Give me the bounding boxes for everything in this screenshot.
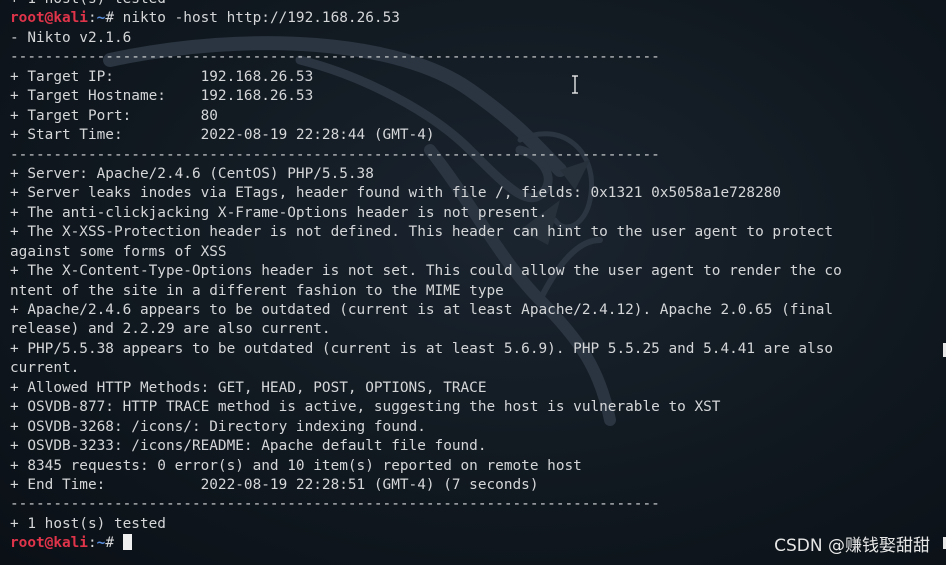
- output-line: against some forms of XSS: [10, 243, 227, 260]
- prompt-separator: :: [87, 10, 97, 27]
- output-line: + The X-Content-Type-Options header is n…: [10, 263, 842, 280]
- output-line: + PHP/5.5.38 appears to be outdated (cur…: [10, 340, 834, 357]
- output-line: + Start Time: 2022-08-19 22:28:44 (GMT-4…: [10, 127, 435, 144]
- block-cursor: [122, 534, 132, 551]
- command-text: nikto -host http://192.168.26.53: [122, 10, 400, 27]
- output-line: + Target IP: 192.168.26.53: [10, 68, 314, 85]
- output-line: + 8345 requests: 0 error(s) and 10 item(…: [10, 457, 582, 474]
- output-line: + End Time: 2022-08-19 22:28:51 (GMT-4) …: [10, 476, 539, 493]
- output-line: release) and 2.2.29 are also current.: [10, 321, 331, 338]
- output-line: + OSVDB-3233: /icons/README: Apache defa…: [10, 438, 487, 455]
- separator-line: ----------------------------------------…: [10, 496, 660, 513]
- separator-line: ----------------------------------------…: [10, 49, 660, 66]
- terminal-window[interactable]: + 1 host(s) tested root@kali:~# nikto -h…: [0, 0, 946, 565]
- output-line: + Apache/2.4.6 appears to be outdated (c…: [10, 302, 834, 318]
- output-line: + Target Port: 80: [10, 107, 218, 124]
- output-line: + Server leaks inodes via ETags, header …: [10, 185, 782, 202]
- output-line: + The X-XSS-Protection header is not def…: [10, 224, 834, 241]
- output-line: + Allowed HTTP Methods: GET, HEAD, POST,…: [10, 379, 487, 396]
- output-line: + Target Hostname: 192.168.26.53: [10, 88, 314, 105]
- prompt-symbol: #: [105, 10, 123, 27]
- cropped-top-line: + 1 host(s) tested: [10, 0, 946, 9]
- prompt-separator: :: [87, 535, 97, 552]
- output-line: current.: [10, 360, 80, 377]
- output-line: + OSVDB-877: HTTP TRACE method is active…: [10, 399, 721, 416]
- text-cursor-ibeam-icon: [572, 75, 578, 94]
- output-line: + The anti-clickjacking X-Frame-Options …: [10, 204, 548, 221]
- terminal-output: + 1 host(s) tested root@kali:~# nikto -h…: [10, 0, 946, 554]
- separator-line: ----------------------------------------…: [10, 146, 660, 163]
- prompt-user: root@kali: [10, 10, 88, 27]
- output-line: + OSVDB-3268: /icons/: Directory indexin…: [10, 418, 426, 435]
- command-line: root@kali:~# nikto -host http://192.168.…: [10, 9, 946, 28]
- output-line: + Server: Apache/2.4.6 (CentOS) PHP/5.5.…: [10, 165, 374, 182]
- watermark: CSDN @赚钱娶甜甜: [774, 536, 930, 556]
- output-line: ntent of the site in a different fashion…: [10, 282, 504, 299]
- prompt-user: root@kali: [10, 535, 88, 552]
- output-line: - Nikto v2.1.6: [10, 29, 132, 46]
- prompt-symbol: #: [105, 535, 123, 552]
